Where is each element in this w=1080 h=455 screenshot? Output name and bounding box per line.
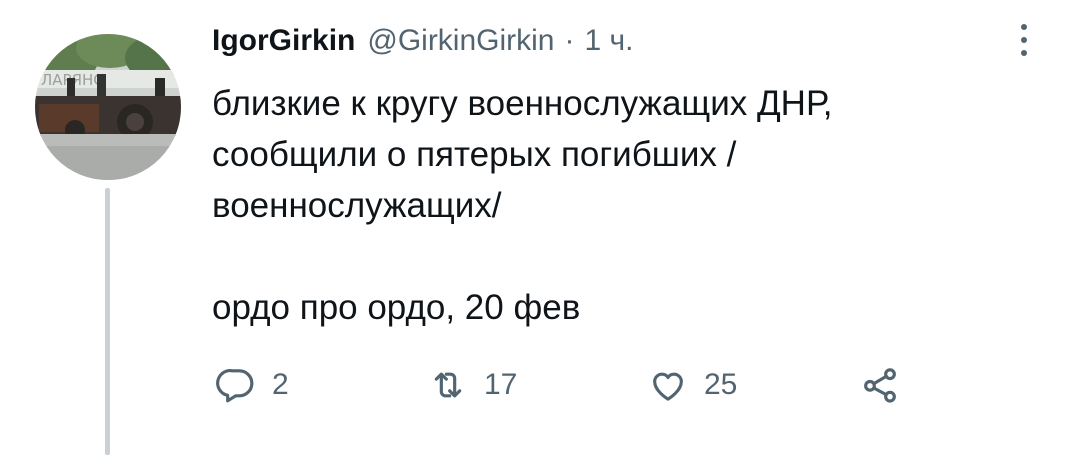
dot (1021, 24, 1027, 30)
tweet-text: близкие к кругу военнослужащих ДНР, сооб… (212, 78, 1012, 333)
separator-dot: · (564, 24, 575, 57)
reply-count: 2 (272, 368, 289, 401)
avatar[interactable]: ЛАРЯНС (35, 34, 181, 180)
tweet: ЛАРЯНС IgorGirkin @GirkinGirkin · 1 ч. б… (0, 0, 1080, 455)
share-icon (864, 368, 896, 403)
reply-icon (216, 369, 254, 403)
reply-button[interactable]: 2 (216, 360, 289, 410)
retweet-button[interactable]: 17 (428, 360, 517, 410)
tweet-text-line: сообщили о пятерых погибших / (212, 135, 737, 174)
tweet-text-line: близкие к кругу военнослужащих ДНР, (212, 84, 833, 123)
timestamp[interactable]: 1 ч. (585, 24, 634, 58)
share-button[interactable] (860, 360, 900, 410)
author-handle[interactable]: @GirkinGirkin (367, 24, 554, 58)
tweet-text-line: военнослужащих/ (212, 186, 502, 225)
author-name[interactable]: IgorGirkin (212, 24, 355, 58)
avatar-image: ЛАРЯНС (35, 34, 181, 180)
more-options-icon[interactable] (1012, 20, 1036, 60)
dot (1021, 50, 1027, 56)
retweet-count: 17 (484, 368, 518, 401)
heart-icon (653, 372, 683, 401)
like-count: 25 (704, 368, 738, 401)
action-bar: 2 17 25 (212, 360, 932, 410)
retweet-icon (434, 372, 462, 398)
thread-line (105, 188, 110, 455)
tweet-header: IgorGirkin @GirkinGirkin · 1 ч. (212, 24, 633, 66)
tweet-text-line: ордо про ордо, 20 фев (212, 288, 581, 327)
like-button[interactable]: 25 (648, 360, 737, 410)
dot (1021, 37, 1027, 43)
